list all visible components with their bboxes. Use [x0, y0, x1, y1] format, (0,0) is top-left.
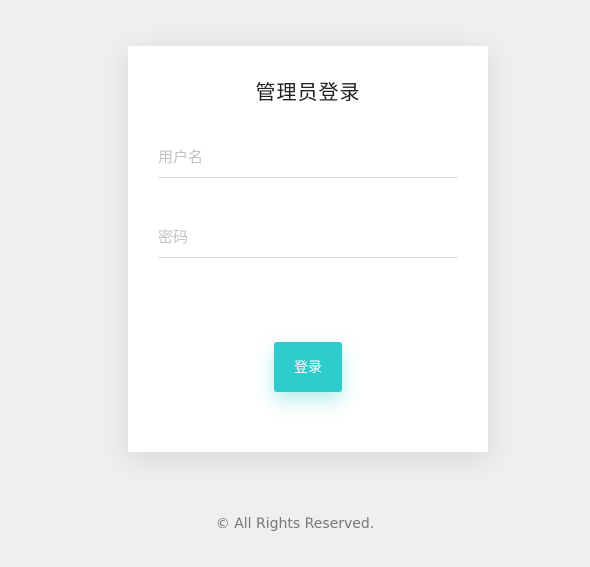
password-input[interactable] — [158, 217, 458, 258]
username-input[interactable] — [158, 137, 458, 178]
footer-copyright: © All Rights Reserved. — [215, 516, 375, 532]
login-button[interactable]: 登录 — [274, 342, 342, 392]
login-card: 管理员登录 登录 — [128, 46, 488, 452]
page-title: 管理员登录 — [255, 80, 361, 104]
